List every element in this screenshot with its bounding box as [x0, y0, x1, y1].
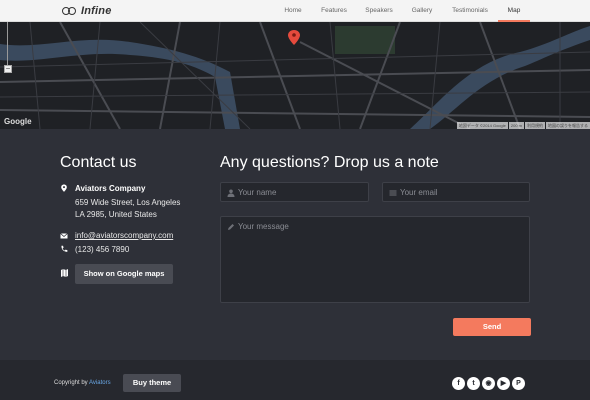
camera-icon[interactable]: ◉ [482, 377, 495, 390]
nav-item-speakers[interactable]: Speakers [358, 0, 400, 22]
message-textarea[interactable]: Your message [220, 216, 530, 303]
show-on-google-maps-button[interactable]: Show on Google maps [75, 264, 173, 284]
phone-number: (123) 456 7890 [75, 245, 130, 254]
nav-item-home[interactable]: Home [276, 0, 310, 22]
copyright-link[interactable]: Aviators [89, 380, 111, 386]
email-input[interactable]: Your email [382, 182, 530, 202]
top-navigation: Infine Home Features Speakers Gallery Te… [0, 0, 590, 22]
map[interactable]: − Google 地図データ ©2014 Google 200 m 利用規約 地… [0, 22, 590, 129]
lines-icon [389, 190, 397, 196]
map-report-link[interactable]: 地図の誤りを報告する [546, 122, 590, 129]
name-input[interactable]: Your name [220, 182, 369, 202]
youtube-icon[interactable]: ▶ [497, 377, 510, 390]
envelope-icon [60, 233, 68, 239]
address-line-2: LA 2985, United States [75, 210, 157, 219]
pinterest-icon[interactable]: P [512, 377, 525, 390]
facebook-icon[interactable]: f [452, 377, 465, 390]
nav-item-gallery[interactable]: Gallery [405, 0, 439, 22]
send-button[interactable]: Send [453, 318, 531, 336]
email-placeholder: Your email [400, 188, 438, 197]
nav-item-testimonials[interactable]: Testimonials [444, 0, 496, 22]
company-name: Aviators Company [75, 184, 146, 193]
map-pin-icon[interactable] [288, 30, 300, 45]
message-placeholder: Your message [238, 222, 289, 231]
nav-item-features[interactable]: Features [314, 0, 354, 22]
contact-title: Contact us [60, 154, 137, 171]
twitter-icon[interactable]: t [467, 377, 480, 390]
pencil-icon [228, 224, 234, 230]
address-line-1: 659 Wide Street, Los Angeles [75, 198, 181, 207]
infinity-logo-icon [62, 6, 77, 16]
zoom-out-button[interactable]: − [4, 65, 12, 73]
map-terms-link[interactable]: 利用規約 [525, 122, 545, 129]
name-placeholder: Your name [238, 188, 277, 197]
copyright-prefix: Copyright by [54, 380, 88, 386]
copyright: Copyright by Aviators [54, 380, 111, 386]
google-logo: Google [4, 117, 32, 126]
location-pin-icon [61, 184, 67, 192]
zoom-control[interactable]: − [4, 22, 12, 74]
map-scale: 200 m [508, 122, 524, 129]
brand[interactable]: Infine [62, 4, 112, 18]
user-icon [227, 189, 235, 197]
map-marker-icon [61, 269, 68, 277]
brand-name: Infine [81, 5, 112, 17]
map-attribution: 地図データ ©2014 Google 200 m 利用規約 地図の誤りを報告する [456, 122, 590, 129]
form-title: Any questions? Drop us a note [220, 154, 439, 171]
email-link[interactable]: info@aviatorscompany.com [75, 231, 173, 240]
zoom-slider[interactable] [7, 22, 8, 66]
map-canvas[interactable] [0, 22, 590, 129]
phone-icon [61, 245, 68, 252]
map-data-credit: 地図データ ©2014 Google [456, 122, 508, 129]
buy-theme-button[interactable]: Buy theme [123, 374, 181, 392]
nav-item-map[interactable]: Map [498, 0, 530, 22]
